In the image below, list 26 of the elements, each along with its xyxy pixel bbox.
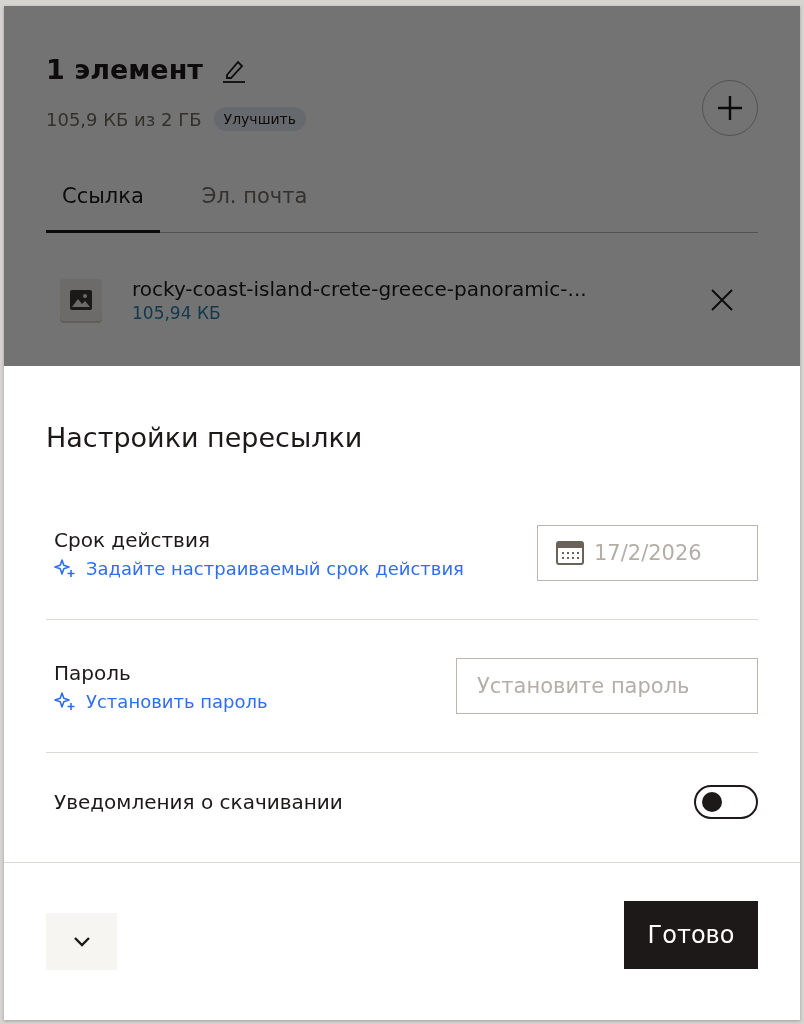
- setting-label: Уведомления о скачивании: [54, 790, 343, 814]
- password-field[interactable]: Установите пароль: [456, 658, 758, 714]
- setting-link[interactable]: Задайте настраиваемый срок действия: [86, 557, 464, 579]
- upgrade-button[interactable]: Улучшить: [213, 107, 306, 131]
- setting-link[interactable]: Установить пароль: [86, 690, 268, 712]
- setting-label: Пароль: [54, 660, 132, 685]
- add-button[interactable]: [702, 80, 758, 136]
- tab[interactable]: Ссылка: [46, 184, 160, 233]
- chevron-down-icon: [72, 935, 91, 948]
- sparkle-icon: [54, 691, 76, 711]
- tab[interactable]: Эл. почта: [185, 184, 324, 233]
- toggle-switch[interactable]: [694, 785, 758, 819]
- settings-title: Настройки пересылки: [46, 422, 364, 455]
- date-field[interactable]: 17/2/2026: [537, 525, 758, 581]
- calendar-icon: [556, 541, 584, 565]
- file-name: rocky-coast-island-crete-greece-panoramic-...: [132, 277, 588, 301]
- done-button[interactable]: Готово: [624, 900, 758, 969]
- storage-usage: 105,9 КБ из 2 ГБ: [46, 108, 202, 130]
- plus-icon: [715, 93, 745, 123]
- sparkle-icon: [54, 558, 76, 578]
- remove-button[interactable]: [710, 288, 734, 312]
- file-size: 105,94 КБ: [132, 303, 222, 323]
- image-file-icon: [60, 279, 102, 321]
- title: 1 элемент: [46, 54, 203, 85]
- close-icon: [710, 288, 734, 312]
- setting-label: Срок действия: [54, 527, 211, 552]
